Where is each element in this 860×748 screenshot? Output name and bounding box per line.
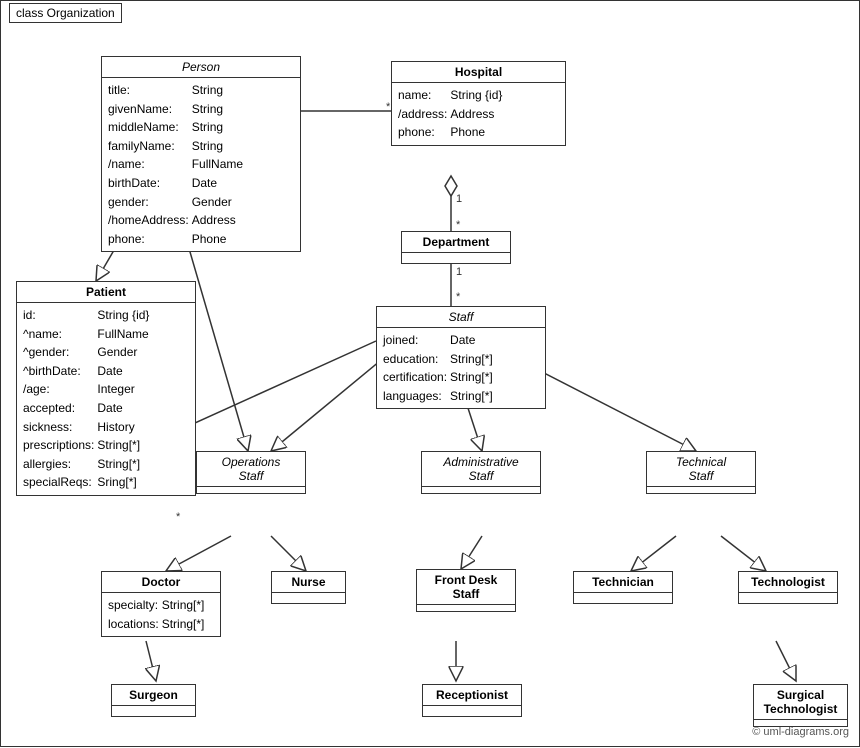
class-person-body: title:String givenName:String middleName… xyxy=(102,78,300,251)
class-technologist: Technologist xyxy=(738,571,838,604)
class-nurse-title: Nurse xyxy=(272,572,345,593)
diagram-container: class Organization xyxy=(0,0,860,747)
class-surgical-technologist: Surgical Technologist xyxy=(753,684,848,727)
class-operations-staff-title: Operations Staff xyxy=(197,452,305,487)
class-technical-staff-title: Technical Staff xyxy=(647,452,755,487)
class-hospital-body: name:String {id} /address:Address phone:… xyxy=(392,83,565,145)
class-technician-title: Technician xyxy=(574,572,672,593)
class-front-desk-staff-title: Front Desk Staff xyxy=(417,570,515,605)
class-department-body xyxy=(402,253,510,263)
class-front-desk-staff-body xyxy=(417,605,515,611)
class-administrative-staff-body xyxy=(422,487,540,493)
mult-hospital-dept-1: 1 xyxy=(456,193,462,205)
class-technician: Technician xyxy=(573,571,673,604)
class-front-desk-staff: Front Desk Staff xyxy=(416,569,516,612)
diagram-title: class Organization xyxy=(9,3,122,23)
mult-hospital-dept-star: * xyxy=(456,219,460,231)
mult-ops-star: * xyxy=(176,511,180,523)
class-technical-staff: Technical Staff xyxy=(646,451,756,494)
class-technologist-body xyxy=(739,593,837,603)
class-receptionist-body xyxy=(423,706,521,716)
mult-person-hospital-hospital: * xyxy=(386,101,390,113)
class-administrative-staff: Administrative Staff xyxy=(421,451,541,494)
class-nurse-body xyxy=(272,593,345,603)
class-surgeon-title: Surgeon xyxy=(112,685,195,706)
class-surgical-technologist-title: Surgical Technologist xyxy=(754,685,847,720)
class-person-title: Person xyxy=(102,57,300,78)
class-nurse: Nurse xyxy=(271,571,346,604)
class-technical-staff-body xyxy=(647,487,755,493)
class-patient: Patient id:String {id} ^name:FullName ^g… xyxy=(16,281,196,496)
class-receptionist: Receptionist xyxy=(422,684,522,717)
class-patient-title: Patient xyxy=(17,282,195,303)
class-hospital-title: Hospital xyxy=(392,62,565,83)
class-staff-title: Staff xyxy=(377,307,545,328)
class-doctor-title: Doctor xyxy=(102,572,220,593)
class-doctor: Doctor specialty:String[*] locations:Str… xyxy=(101,571,221,637)
class-department: Department xyxy=(401,231,511,264)
class-staff: Staff joined:Date education:String[*] ce… xyxy=(376,306,546,409)
class-operations-staff: Operations Staff xyxy=(196,451,306,494)
class-technologist-title: Technologist xyxy=(739,572,837,593)
class-surgeon: Surgeon xyxy=(111,684,196,717)
mult-dept-staff-1: 1 xyxy=(456,266,462,278)
class-technician-body xyxy=(574,593,672,603)
class-receptionist-title: Receptionist xyxy=(423,685,521,706)
class-person: Person title:String givenName:String mid… xyxy=(101,56,301,252)
class-operations-staff-body xyxy=(197,487,305,493)
class-administrative-staff-title: Administrative Staff xyxy=(422,452,540,487)
copyright: © uml-diagrams.org xyxy=(752,726,849,738)
class-hospital: Hospital name:String {id} /address:Addre… xyxy=(391,61,566,146)
class-patient-body: id:String {id} ^name:FullName ^gender:Ge… xyxy=(17,303,195,495)
mult-dept-staff-star: * xyxy=(456,291,460,303)
class-department-title: Department xyxy=(402,232,510,253)
class-surgeon-body xyxy=(112,706,195,716)
class-staff-body: joined:Date education:String[*] certific… xyxy=(377,328,545,408)
class-doctor-body: specialty:String[*] locations:String[*] xyxy=(102,593,220,636)
